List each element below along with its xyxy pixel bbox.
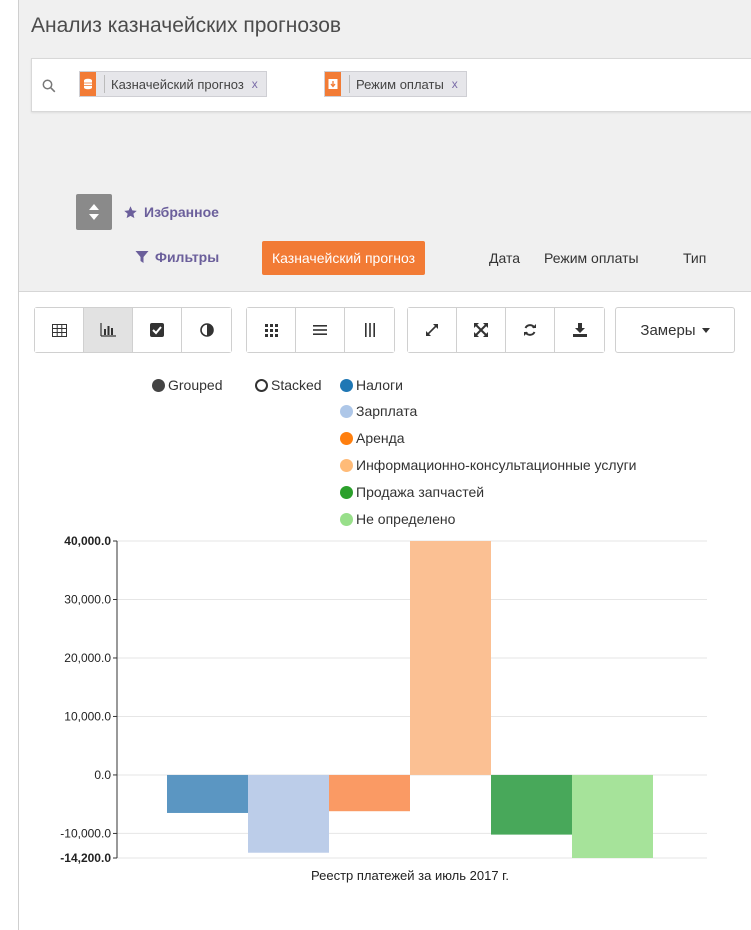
facet-payment-mode[interactable]: Режим оплаты x [324,71,467,97]
legend-series-2[interactable]: Аренда [340,430,405,446]
grid-icon [264,323,278,337]
groupby-treasury-forecast[interactable]: Казначейский прогноз [262,241,426,275]
rows-icon [313,325,327,335]
legend-label: Информационно-консультационные услуги [356,457,637,473]
facet-separator [349,75,350,93]
facet-label: Казначейский прогноз [111,76,244,92]
checkbox-icon [150,323,164,337]
download-icon [325,72,341,96]
y-tick-label: 30,000.0 [64,592,111,606]
y-tick-label: 10,000.0 [64,709,111,723]
legend-label: Налоги [356,377,403,393]
bar-1 [248,774,329,853]
mode-label: Stacked [271,377,322,393]
measures-label: Замеры [640,321,696,339]
action-toolbar [407,307,605,353]
columns-icon [364,323,375,337]
filters-menu[interactable]: Фильтры [135,249,219,265]
layout-switcher [246,307,395,353]
legend-label: Продажа запчастей [356,484,485,500]
filters-groupby-row: Фильтры Казначейский прогноз Дата Режим … [19,241,751,275]
legend-series-3[interactable]: Информационно-консультационные услуги [340,457,637,473]
legend-swatch [340,458,353,472]
flip-axis-icon [474,323,488,337]
legend-series-1[interactable]: Зарплата [340,403,417,419]
view-switcher [34,307,232,353]
mode-label: Grouped [168,377,223,393]
bar-5 [572,774,653,858]
app-frame: Анализ казначейских прогнозов Казначейск… [18,0,751,930]
y-tick-label: -14,200.0 [60,851,111,865]
legend-series-4[interactable]: Продажа запчастей [340,484,484,500]
legend-swatch [340,512,353,526]
contrast-view-button[interactable] [182,308,231,352]
sort-icon [89,204,99,220]
star-icon [124,205,137,218]
sort-toggle-button[interactable] [76,194,112,230]
table-view-button[interactable] [35,308,84,352]
legend-swatch [340,378,353,392]
favorites-label: Избранное [144,204,219,220]
legend-swatch [340,485,353,499]
search-icon [42,79,56,93]
legend-swatch [340,431,353,445]
legend-series-0[interactable]: Налоги [340,377,403,393]
groupby-type[interactable]: Тип [683,241,706,275]
y-tick-label: 40,000.0 [64,534,111,548]
mode-grouped[interactable]: Grouped [152,377,222,393]
columns-layout-button[interactable] [345,308,394,352]
expand-icon [426,324,438,336]
bar-chart-icon [100,323,116,337]
groupby-payment-mode[interactable]: Режим оплаты [544,241,639,275]
bar-chart: 40,000.0 30,000.0 20,000.0 10,000.0 0.0 -10,0… [60,534,707,883]
graph-view-button[interactable] [84,308,133,352]
control-panel: Анализ казначейских прогнозов Казначейск… [19,0,751,292]
mode-stacked[interactable]: Stacked [255,377,322,393]
download-button[interactable] [555,308,604,352]
legend-series-5[interactable]: Не определено [340,511,455,527]
bar-4 [491,774,572,835]
caret-down-icon [701,327,710,333]
measures-dropdown[interactable]: Замеры [615,307,735,353]
legend-label: Не определено [356,511,456,527]
x-category-label: Реестр платежей за июль 2017 г. [311,868,509,883]
bar-0 [167,774,248,813]
contrast-icon [199,323,214,337]
y-tick-label: -10,000.0 [60,826,111,840]
filter-icon [135,251,149,263]
rows-layout-button[interactable] [296,308,345,352]
refresh-icon [524,324,536,336]
facet-remove-icon[interactable]: x [452,77,458,91]
checklist-view-button[interactable] [133,308,182,352]
facet-remove-icon[interactable]: x [252,77,258,91]
expand-button[interactable] [408,308,457,352]
facet-separator [104,75,105,93]
page-title: Анализ казначейских прогнозов [31,14,342,37]
facet-treasury-forecast[interactable]: Казначейский прогноз x [79,71,267,97]
download-icon [572,323,587,337]
y-tick-label: 20,000.0 [64,651,111,665]
refresh-button[interactable] [506,308,555,352]
legend-swatch [340,404,353,418]
bar-2 [329,774,410,812]
legend-label: Зарплата [356,403,418,419]
filters-label: Фильтры [155,249,220,265]
bar-3 [410,541,491,775]
database-icon [80,72,96,96]
filled-circle-icon [152,378,165,392]
favorites-menu[interactable]: Избранное [123,204,219,220]
groupby-date[interactable]: Дата [489,241,520,275]
flip-axis-button[interactable] [457,308,506,352]
facet-label: Режим оплаты [356,76,444,92]
search-bar[interactable]: Казначейский прогноз x Режим оплаты x [31,58,751,112]
legend-label: Аренда [356,430,405,446]
table-icon [51,323,67,337]
hollow-circle-icon [255,378,268,392]
grid-layout-button[interactable] [247,308,296,352]
y-tick-label: 0.0 [94,768,111,782]
